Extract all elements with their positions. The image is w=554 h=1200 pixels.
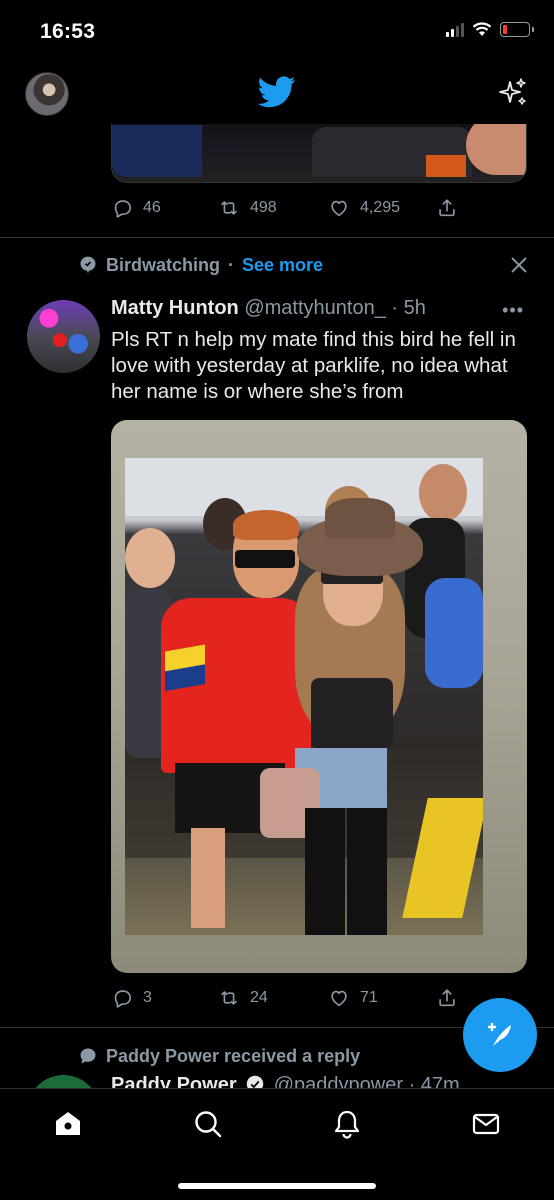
sparkle-icon[interactable] — [496, 76, 528, 108]
previous-tweet-actions: 46 498 4,295 — [111, 196, 458, 220]
profile-avatar[interactable] — [25, 72, 69, 116]
twitter-bird-icon[interactable] — [258, 76, 296, 108]
status-icons — [446, 22, 534, 37]
tweet-header: Matty Hunton @mattyhunton_ · 5h — [111, 297, 531, 320]
like-button[interactable]: 71 — [328, 987, 436, 1009]
like-count: 71 — [360, 989, 378, 1006]
more-options-icon[interactable]: ••• — [502, 300, 524, 321]
retweet-button[interactable]: 24 — [218, 987, 328, 1009]
divider — [0, 237, 554, 238]
heart-icon — [331, 200, 347, 217]
messages-icon[interactable] — [471, 1109, 501, 1139]
close-icon[interactable] — [508, 254, 530, 276]
see-more-link[interactable]: See more — [242, 255, 323, 276]
share-icon — [439, 199, 455, 217]
tweet-actions: 3 24 71 — [111, 986, 458, 1010]
author-handle[interactable]: @mattyhunton_ — [244, 297, 386, 319]
top-header — [0, 62, 554, 124]
like-button[interactable]: 4,295 — [328, 197, 436, 219]
reply-bubble-icon — [80, 1048, 96, 1064]
compose-feather-icon — [487, 1022, 511, 1046]
cellular-signal-icon — [446, 22, 464, 37]
topic-context: Birdwatching · See more — [78, 253, 323, 277]
wifi-icon — [472, 22, 492, 36]
photo — [125, 458, 483, 935]
topic-name[interactable]: Birdwatching — [106, 255, 220, 276]
author-name[interactable]: Matty Hunton — [111, 297, 239, 319]
compose-tweet-button[interactable] — [463, 998, 537, 1072]
reply-count: 3 — [143, 989, 152, 1006]
heart-icon — [331, 990, 347, 1007]
home-icon[interactable] — [53, 1109, 83, 1139]
tweet-image[interactable] — [111, 420, 527, 973]
share-button[interactable] — [436, 197, 458, 219]
retweet-count: 24 — [250, 989, 268, 1006]
reply-icon — [114, 990, 132, 1008]
search-icon[interactable] — [193, 1109, 223, 1139]
home-indicator — [178, 1183, 376, 1189]
like-count: 4,295 — [360, 199, 401, 216]
battery-icon — [500, 22, 534, 37]
status-time: 16:53 — [40, 20, 96, 43]
reply-icon — [114, 200, 132, 218]
retweet-button[interactable]: 498 — [218, 197, 328, 219]
reply-count: 46 — [143, 199, 161, 216]
share-button[interactable] — [436, 987, 458, 1009]
topic-pin-icon — [80, 256, 96, 274]
reply-context: Paddy Power received a reply — [78, 1044, 360, 1068]
context-separator: · — [228, 254, 235, 275]
retweet-icon — [221, 201, 237, 215]
tweet-author-avatar[interactable] — [27, 300, 100, 373]
notifications-icon[interactable] — [332, 1109, 362, 1139]
reply-button[interactable]: 46 — [111, 197, 218, 219]
reply-button[interactable]: 3 — [111, 987, 218, 1009]
status-bar: 16:53 — [0, 0, 554, 62]
share-icon — [439, 989, 455, 1007]
retweet-icon — [221, 991, 237, 1005]
tweet-time: · 5h — [391, 297, 426, 319]
reply-context-text[interactable]: Paddy Power received a reply — [106, 1046, 360, 1067]
tweet-text: Pls RT n help my mate find this bird he … — [111, 328, 516, 403]
retweet-count: 498 — [250, 199, 277, 216]
